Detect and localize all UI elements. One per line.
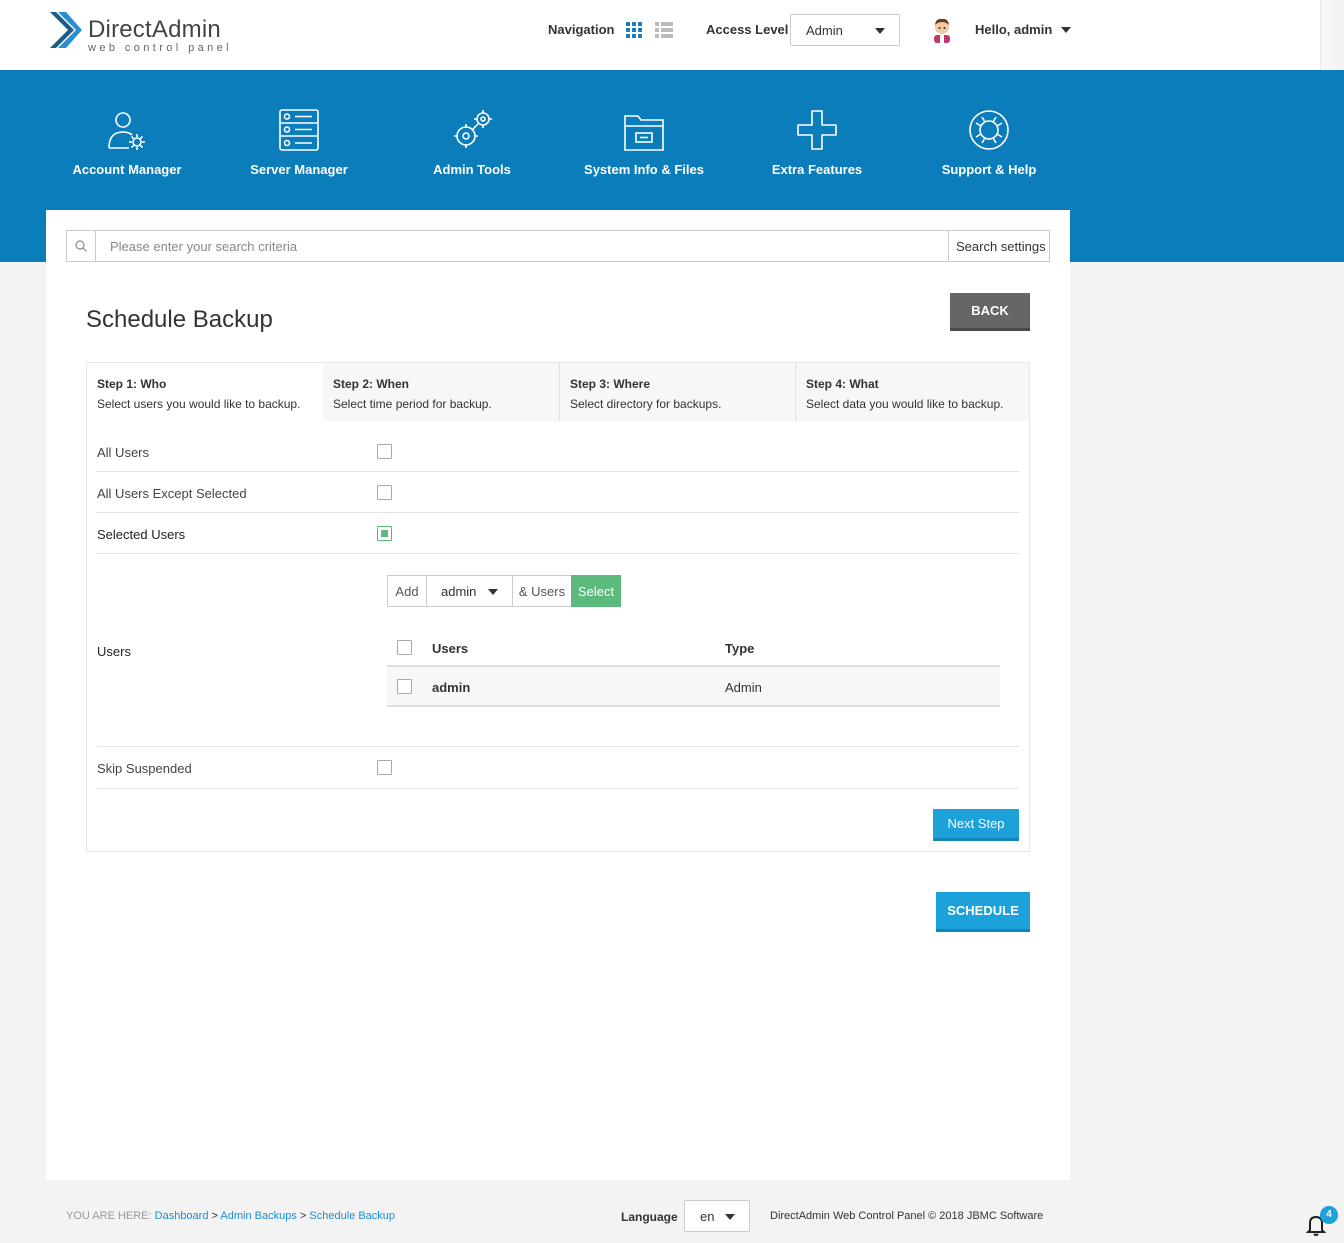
chevron-down-icon bbox=[488, 589, 498, 595]
language-label: Language bbox=[621, 1210, 678, 1224]
search-bar: Please enter your search criteria Search… bbox=[66, 230, 1050, 262]
access-level-select[interactable]: Admin bbox=[790, 14, 900, 46]
users-label: Users bbox=[97, 644, 131, 659]
breadcrumb-schedule-backup[interactable]: Schedule Backup bbox=[309, 1210, 395, 1222]
search-input[interactable]: Please enter your search criteria bbox=[110, 239, 297, 254]
user-greeting[interactable]: Hello, admin bbox=[975, 22, 1052, 37]
breadcrumb-separator: > bbox=[211, 1210, 218, 1222]
list-view-icon[interactable] bbox=[655, 22, 673, 38]
all-users-checkbox[interactable] bbox=[377, 444, 392, 459]
column-header-type: Type bbox=[725, 641, 755, 656]
step-description: Select directory for backups. bbox=[570, 397, 722, 411]
admin-tools-icon bbox=[454, 110, 492, 148]
row-type: Admin bbox=[725, 680, 762, 695]
access-level-label: Access Level bbox=[706, 22, 789, 37]
support-help-icon bbox=[969, 110, 1009, 150]
language-value: en bbox=[700, 1209, 715, 1224]
page-title: Schedule Backup bbox=[86, 306, 273, 333]
menu-item-extra-features[interactable]: Extra Features bbox=[747, 108, 887, 177]
menu-item-label: Server Manager bbox=[250, 162, 348, 177]
step-title: Step 3: Where bbox=[570, 377, 651, 391]
menu-item-account-manager[interactable]: Account Manager bbox=[57, 108, 197, 177]
user-select-value: admin bbox=[441, 584, 477, 599]
content-panel: Please enter your search criteria Search… bbox=[46, 210, 1070, 1180]
option-skip-suspended: Skip Suspended bbox=[97, 747, 1019, 789]
all-users-label: All Users bbox=[97, 445, 150, 460]
step-title: Step 4: What bbox=[806, 377, 879, 391]
selected-users-label: Selected Users bbox=[97, 527, 186, 542]
account-manager-icon bbox=[108, 112, 145, 150]
breadcrumb: YOU ARE HERE: Dashboard > Admin Backups … bbox=[66, 1210, 395, 1222]
user-menu-chevron-icon[interactable] bbox=[1061, 27, 1071, 33]
logo[interactable]: DirectAdmin web control panel bbox=[46, 10, 246, 54]
skip-suspended-checkbox[interactable] bbox=[377, 760, 392, 775]
chevron-down-icon bbox=[875, 28, 885, 34]
tab-step-what[interactable]: Step 4: What Select data you would like … bbox=[795, 363, 1029, 421]
top-bar: DirectAdmin web control panel Navigation… bbox=[0, 0, 1332, 70]
and-users-label: & Users bbox=[512, 575, 572, 607]
logo-subtitle: web control panel bbox=[88, 42, 233, 54]
tab-step-when[interactable]: Step 2: When Select time period for back… bbox=[323, 363, 559, 421]
selected-users-checkbox[interactable] bbox=[377, 526, 392, 541]
breadcrumb-separator: > bbox=[299, 1210, 307, 1222]
skip-suspended-label: Skip Suspended bbox=[97, 761, 192, 776]
menu-item-label: Extra Features bbox=[771, 162, 863, 177]
backup-wizard: Step 1: Who Select users you would like … bbox=[86, 362, 1030, 852]
footer: YOU ARE HERE: Dashboard > Admin Backups … bbox=[0, 1180, 1344, 1243]
select-all-checkbox[interactable] bbox=[397, 640, 412, 655]
step-title: Step 1: Who bbox=[97, 377, 167, 391]
step-title: Step 2: When bbox=[333, 377, 410, 391]
menu-item-label: Admin Tools bbox=[433, 162, 511, 177]
menu-item-label: Support & Help bbox=[941, 162, 1037, 177]
grid-view-icon[interactable] bbox=[626, 22, 644, 38]
step-description: Select data you would like to backup. bbox=[806, 397, 1004, 411]
search-settings-button[interactable]: Search settings bbox=[948, 231, 1049, 261]
select-button[interactable]: Select bbox=[571, 575, 621, 607]
all-except-label: All Users Except Selected bbox=[97, 486, 247, 501]
row-user: admin bbox=[432, 680, 471, 695]
breadcrumb-dashboard[interactable]: Dashboard bbox=[155, 1210, 209, 1222]
language-select[interactable]: en bbox=[684, 1200, 750, 1232]
next-step-button[interactable]: Next Step bbox=[933, 809, 1019, 841]
search-icon bbox=[75, 240, 87, 252]
table-row[interactable]: admin Admin bbox=[387, 667, 1000, 707]
search-icon-box[interactable] bbox=[67, 231, 96, 261]
extra-features-icon bbox=[797, 110, 837, 150]
schedule-button[interactable]: SCHEDULE bbox=[936, 892, 1030, 932]
notification-badge[interactable]: 4 bbox=[1320, 1206, 1338, 1224]
all-except-checkbox[interactable] bbox=[377, 485, 392, 500]
menu-item-label: System Info & Files bbox=[584, 162, 704, 177]
system-info-icon bbox=[624, 115, 664, 151]
avatar[interactable] bbox=[931, 17, 953, 43]
add-label: Add bbox=[387, 575, 427, 607]
copyright: DirectAdmin Web Control Panel © 2018 JBM… bbox=[770, 1210, 1044, 1222]
logo-title: DirectAdmin bbox=[88, 16, 221, 43]
tab-step-where[interactable]: Step 3: Where Select directory for backu… bbox=[559, 363, 795, 421]
scrollbar[interactable] bbox=[1320, 0, 1332, 70]
access-level-value: Admin bbox=[806, 23, 843, 38]
user-select[interactable]: admin bbox=[426, 575, 513, 607]
option-all-users: All Users bbox=[97, 431, 1019, 472]
navigation-label: Navigation bbox=[548, 22, 615, 37]
chevron-down-icon bbox=[725, 1214, 735, 1220]
breadcrumb-prefix: YOU ARE HERE: bbox=[66, 1210, 152, 1222]
menu-item-support-help[interactable]: Support & Help bbox=[919, 108, 1059, 177]
menu-item-label: Account Manager bbox=[72, 162, 182, 177]
logo-icon bbox=[50, 12, 82, 48]
breadcrumb-admin-backups[interactable]: Admin Backups bbox=[220, 1210, 296, 1222]
table-header: Users Type bbox=[387, 629, 1000, 667]
step-description: Select time period for backup. bbox=[333, 397, 492, 411]
server-manager-icon bbox=[279, 109, 319, 151]
step-description: Select users you would like to backup. bbox=[97, 397, 301, 411]
tab-step-who[interactable]: Step 1: Who Select users you would like … bbox=[87, 363, 323, 421]
menu-item-admin-tools[interactable]: Admin Tools bbox=[402, 108, 542, 177]
column-header-users: Users bbox=[432, 641, 469, 656]
option-selected-users: Selected Users bbox=[97, 513, 1019, 554]
option-all-except: All Users Except Selected bbox=[97, 472, 1019, 513]
menu-item-server-manager[interactable]: Server Manager bbox=[229, 108, 369, 177]
menu-item-system-info[interactable]: System Info & Files bbox=[574, 108, 714, 177]
row-checkbox[interactable] bbox=[397, 679, 412, 694]
back-button[interactable]: BACK bbox=[950, 293, 1030, 331]
